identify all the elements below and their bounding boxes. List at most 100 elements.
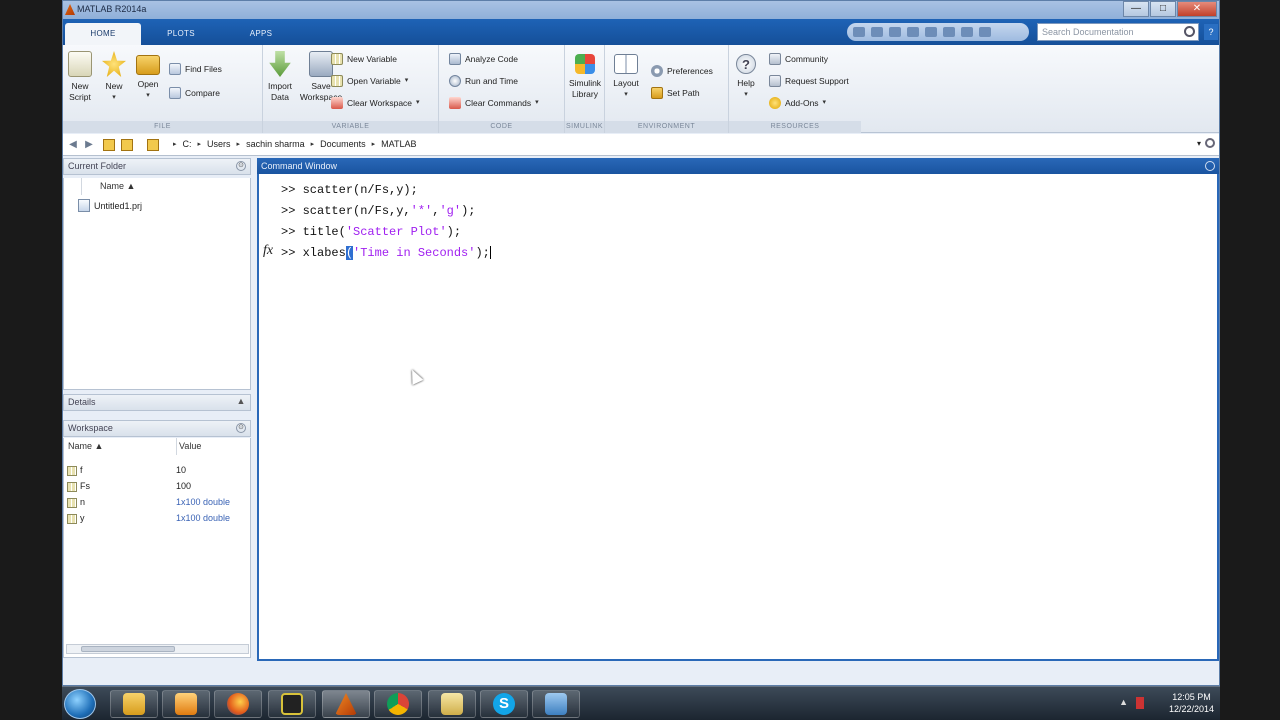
import-data-button[interactable]: Import Data [263,51,297,103]
taskbar-explorer[interactable] [110,690,158,718]
tab-apps[interactable]: APPS [223,23,299,45]
current-folder-header[interactable]: Current Folder ⊙ [63,158,251,175]
label: Help [737,78,755,88]
breadcrumb-item[interactable]: C: [183,139,192,149]
variable-value[interactable]: 1x100 double [176,497,230,507]
analyze-code-button[interactable]: Analyze Code [449,51,518,67]
cut-icon[interactable] [871,27,883,37]
new-variable-button[interactable]: New Variable [331,51,397,67]
maximize-button[interactable]: □ [1150,1,1176,17]
workspace-header[interactable]: Workspace ⊙ [63,420,251,437]
open-button[interactable]: Open ▾ [131,51,165,101]
add-ons-icon [769,97,781,109]
compare-button[interactable]: Compare [169,85,220,101]
details-header[interactable]: Details ▲ [63,394,251,411]
add-ons-button[interactable]: Add-Ons ▾ [769,95,826,111]
command-history-line: >> title('Scatter Plot'); [281,225,461,239]
help-question-button[interactable]: ? [1204,24,1218,40]
clock[interactable]: 12:05 PM 12/22/2014 [1169,691,1214,715]
simulink-library-button[interactable]: Simulink Library [565,51,605,100]
set-path-button[interactable]: Set Path [651,85,700,101]
taskbar-camtasia[interactable] [268,690,316,718]
string-literal: 'Scatter Plot' [345,225,447,239]
list-item[interactable]: Untitled1.prj [78,199,142,212]
table-row[interactable]: y 1x100 double [64,511,252,527]
help-question-icon: ? [736,54,756,74]
search-icon[interactable] [1205,138,1215,148]
search-icon[interactable] [1184,26,1195,37]
label: Run and Time [465,76,518,86]
start-button[interactable] [64,689,96,719]
command-window-header[interactable]: Command Window [257,158,1219,174]
copy-icon[interactable] [889,27,901,37]
command-window[interactable]: >> scatter(n/Fs,y); >> scatter(n/Fs,y,'*… [257,174,1219,661]
up-folder-icon[interactable] [103,139,115,151]
switch-windows-icon[interactable] [961,27,973,37]
column-header-value[interactable]: Value [176,438,201,455]
close-button[interactable]: ✕ [1177,1,1217,17]
taskbar-firefox[interactable] [214,690,262,718]
minimize-button[interactable]: — [1123,1,1149,17]
tab-plots[interactable]: PLOTS [143,23,219,45]
help-icon[interactable] [979,27,991,37]
community-button[interactable]: Community [769,51,828,67]
scrollbar-thumb[interactable] [81,646,175,652]
request-support-button[interactable]: Request Support [769,73,849,89]
function-browser-icon[interactable]: fx [263,243,273,259]
save-icon[interactable] [853,27,865,37]
quick-access-toolbar [847,23,1029,41]
breadcrumb-item[interactable]: sachin sharma [246,139,305,149]
preferences-button[interactable]: Preferences [651,63,713,79]
new-script-button[interactable]: New Script [63,51,97,103]
label: Clear Workspace [347,98,413,108]
paste-icon[interactable] [907,27,919,37]
clear-workspace-button[interactable]: Clear Workspace ▾ [331,95,420,111]
run-and-time-button[interactable]: Run and Time [449,73,518,89]
table-row[interactable]: Fs 100 [64,479,252,495]
panel-actions-icon[interactable]: ⊙ [236,423,246,433]
code: ); [461,204,476,218]
new-button[interactable]: New ▾ [97,51,131,103]
table-row[interactable]: n 1x100 double [64,495,252,511]
undo-icon[interactable] [925,27,937,37]
string-literal: 'g' [439,204,462,218]
show-hidden-icons[interactable]: ▲ [1119,697,1128,709]
variable-value[interactable]: 1x100 double [176,513,230,523]
taskbar-skype[interactable]: S [480,690,528,718]
breadcrumb-item[interactable]: Users [207,139,231,149]
breadcrumb-item[interactable]: MATLAB [381,139,416,149]
taskbar-folder[interactable] [428,690,476,718]
command-input-line[interactable]: >> xlabes('Time in Seconds'); [281,246,491,260]
label: Open [137,79,159,89]
table-row[interactable]: f 10 [64,463,252,479]
redo-icon[interactable] [943,27,955,37]
breadcrumb-item[interactable]: Documents [320,139,366,149]
chevron-up-icon[interactable]: ▲ [236,397,246,407]
taskbar-media-player[interactable] [162,690,210,718]
open-variable-button[interactable]: Open Variable ▾ [331,73,408,89]
taskbar-matlab[interactable] [322,690,370,718]
tray-alert-icon[interactable] [1136,697,1144,709]
tab-home[interactable]: HOME [65,23,141,45]
horizontal-scrollbar[interactable] [66,644,249,654]
panel-actions-icon[interactable] [1205,161,1215,171]
group-label-code: CODE [439,121,564,133]
system-tray: ▲ [1119,697,1144,709]
taskbar-network[interactable] [532,690,580,718]
column-header-name[interactable]: Name ▲ [100,178,135,195]
find-files-button[interactable]: Find Files [169,61,222,77]
help-button[interactable]: ? Help ▾ [729,51,763,100]
ribbon-tab-strip: HOME PLOTS APPS Search Documentation ? [63,19,1219,45]
panel-actions-icon[interactable]: ⊙ [236,161,246,171]
browse-folder-icon[interactable] [121,139,133,151]
search-documentation-input[interactable]: Search Documentation [1037,23,1199,41]
panel-title: Details [68,397,96,407]
layout-button[interactable]: Layout ▾ [609,51,643,100]
back-arrow-icon[interactable]: ◀ [67,139,79,151]
column-header-name[interactable]: Name ▲ [68,438,103,455]
chevron-down-icon[interactable]: ▾ [1197,139,1201,148]
clear-commands-button[interactable]: Clear Commands ▾ [449,95,539,111]
title-bar[interactable]: MATLAB R2014a — □ ✕ [63,1,1219,19]
forward-arrow-icon[interactable]: ▶ [83,139,95,151]
taskbar-chrome[interactable] [374,690,422,718]
